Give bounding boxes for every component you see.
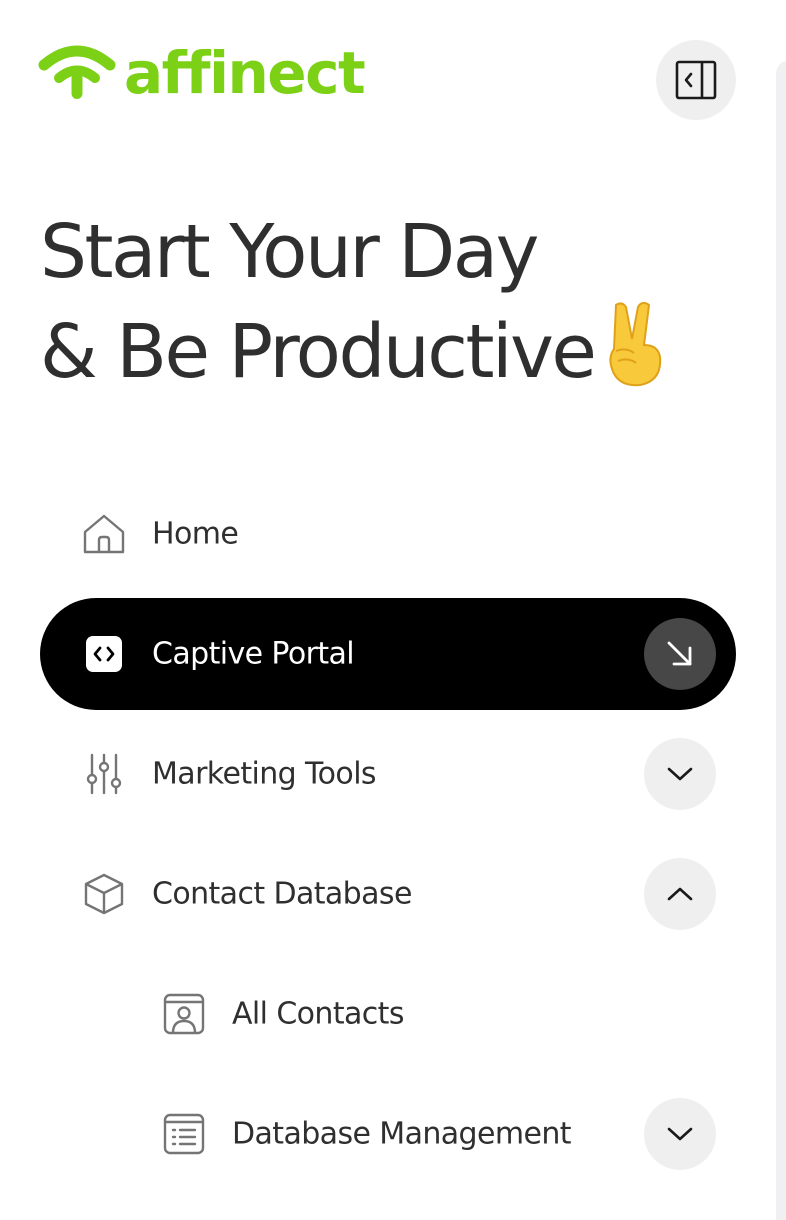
nav-item-home[interactable]: Home [40, 478, 736, 590]
arrow-down-right-icon [667, 641, 692, 666]
expand-button[interactable] [644, 738, 716, 810]
nav-item-marketing-tools[interactable]: Marketing Tools [40, 718, 736, 830]
nav-item-label: Home [152, 516, 239, 552]
chevron-down-icon [667, 767, 693, 781]
brand-logo[interactable]: affinect [38, 38, 366, 108]
victory-hand-emoji [600, 299, 670, 411]
nav-item-label: Marketing Tools [152, 756, 377, 792]
open-section-button[interactable] [644, 618, 716, 690]
main-panel-edge [776, 60, 786, 1220]
nav-item-label: Captive Portal [152, 636, 355, 672]
collapse-button[interactable] [644, 858, 716, 930]
brand-name: affinect [124, 39, 366, 107]
chevron-up-icon [667, 887, 693, 901]
expand-button[interactable] [644, 1098, 716, 1170]
greeting-line-2-text: & Be Productive [40, 309, 597, 395]
greeting-line-2: & Be Productive [40, 299, 670, 411]
home-icon [80, 510, 128, 558]
greeting-headline: Start Your Day & Be Productive [40, 205, 670, 411]
greeting-line-1: Start Your Day [40, 209, 539, 295]
nav-item-label: All Contacts [232, 996, 404, 1032]
collapse-sidebar-button[interactable] [656, 40, 736, 120]
sliders-icon [80, 750, 128, 798]
nav-item-label: Contact Database [152, 876, 412, 912]
nav-subitem-all-contacts[interactable]: All Contacts [40, 958, 736, 1070]
nav-item-contact-database[interactable]: Contact Database [40, 838, 736, 950]
contact-card-icon [160, 990, 208, 1038]
sidebar-collapse-icon [675, 60, 717, 100]
nav-item-captive-portal[interactable]: Captive Portal [40, 598, 736, 710]
wifi-logo-icon [38, 45, 116, 99]
list-icon [160, 1110, 208, 1158]
nav-item-label: Database Management [232, 1116, 572, 1152]
cube-icon [80, 870, 128, 918]
chevron-down-icon [667, 1127, 693, 1141]
nav-subitem-database-management[interactable]: Database Management [40, 1078, 736, 1190]
code-icon [80, 630, 128, 678]
